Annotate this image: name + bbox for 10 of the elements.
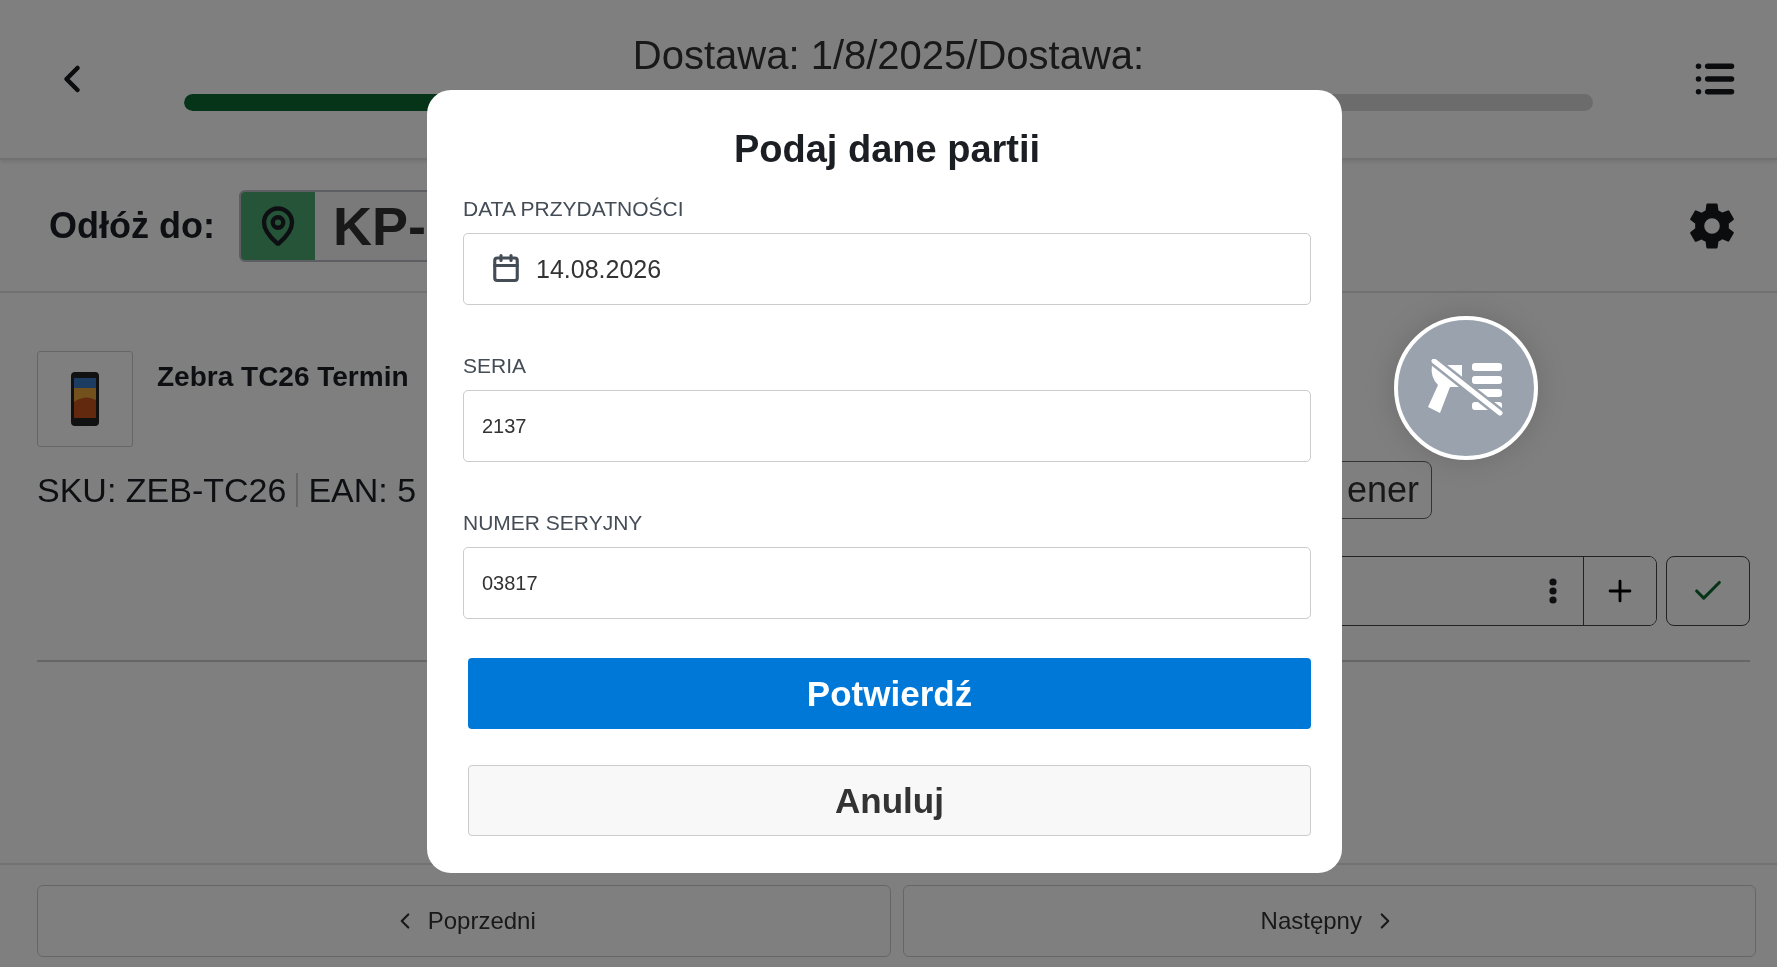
field-label: SERIA [463, 354, 527, 378]
dialog-title: Podaj dane partii [732, 128, 1042, 171]
product-sku: SKU: ZEB-TC26 [37, 470, 287, 510]
location-label: Odłóż do: [49, 204, 215, 247]
location-code: KP- [331, 194, 426, 258]
product-ean: EAN: 5 [308, 470, 417, 510]
field-label: DATA PRZYDATNOŚCI [463, 197, 684, 221]
product-name: Zebra TC26 Termin [157, 361, 409, 393]
field-label: NUMER SERYJNY [463, 511, 643, 535]
page-title: Dostawa: 1/8/2025/Dostawa: [632, 33, 1145, 78]
